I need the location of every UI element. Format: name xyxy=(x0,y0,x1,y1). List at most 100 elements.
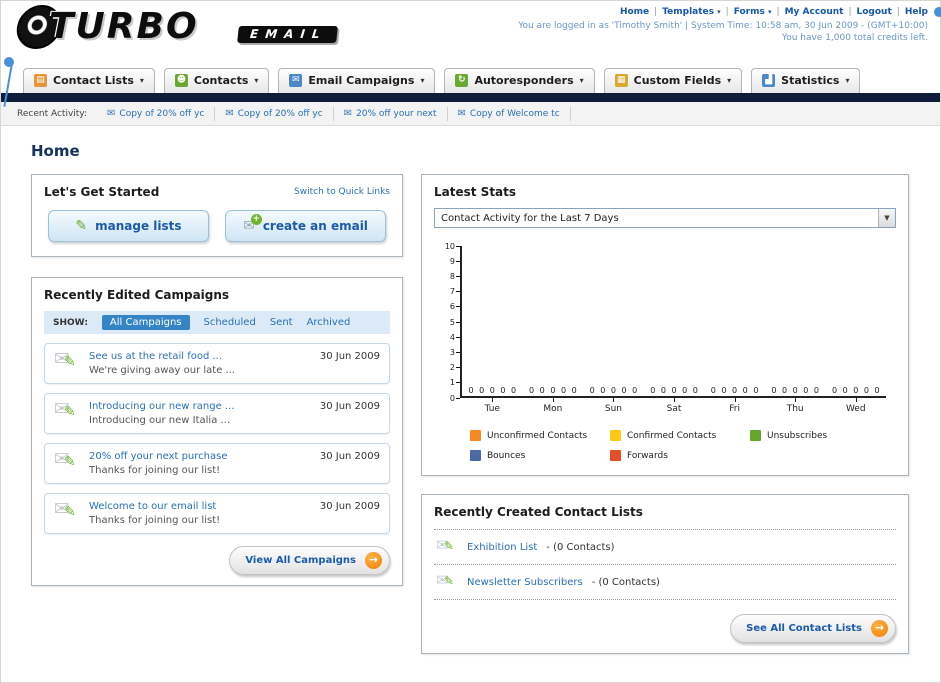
recent-activity-bar: Recent Activity: ✉ Copy of 20% off yc ✉ … xyxy=(1,102,940,126)
campaign-text: 20% off your next purchase Thanks for jo… xyxy=(89,451,311,476)
campaign-title-link[interactable]: Introducing our new range ... xyxy=(89,401,311,412)
legend-swatch xyxy=(470,430,481,441)
legend-label: Confirmed Contacts xyxy=(627,430,717,441)
nav-tab-statistics[interactable]: ▟ Statistics ▾ xyxy=(751,68,861,93)
campaign-title-link[interactable]: Welcome to our email list xyxy=(89,501,311,512)
separator: | xyxy=(725,7,729,17)
y-tick-label: 4 xyxy=(450,333,460,342)
contact-list-link[interactable]: Newsletter Subscribers xyxy=(467,577,583,588)
bar-group-values: 0 0 0 0 0 xyxy=(468,386,517,395)
activity-link[interactable]: Copy of 20% off yc xyxy=(238,109,323,119)
latest-stats-title: Latest Stats xyxy=(434,185,517,199)
page-title: Home xyxy=(31,142,80,160)
top-link-logout[interactable]: Logout xyxy=(857,7,892,17)
logo-email-text: EMAIL xyxy=(236,25,338,43)
list-edit-icon: ✉ ✎ xyxy=(436,536,458,556)
recent-activity-label: Recent Activity: xyxy=(17,108,88,119)
bar-group-values: 0 0 0 0 0 xyxy=(529,386,577,395)
legend-item: Unconfirmed Contacts xyxy=(470,430,610,441)
view-all-campaigns-button[interactable]: View All Campaigns → xyxy=(229,546,390,575)
switch-to-quick-links[interactable]: Switch to Quick Links xyxy=(294,187,390,197)
recent-campaigns-title: Recently Edited Campaigns xyxy=(44,288,230,302)
campaign-subtitle: Introducing our new Italia ... xyxy=(89,415,231,426)
top-link-help[interactable]: Help xyxy=(905,7,928,17)
campaign-filter-tabs: SHOW: All Campaigns Scheduled Sent Archi… xyxy=(44,311,390,334)
separator: | xyxy=(654,7,658,17)
turbo-email-logo[interactable]: TURBO EMAIL xyxy=(13,5,338,49)
activity-link[interactable]: 20% off your next xyxy=(356,109,436,119)
nav-tab-email-campaigns[interactable]: ✉ Email Campaigns ▾ xyxy=(278,68,436,93)
latest-stats-panel: Latest Stats Contact Activity for the La… xyxy=(421,174,909,476)
nav-tab-label: Contact Lists xyxy=(53,74,134,87)
email-campaigns-icon: ✉ xyxy=(289,74,303,87)
legend-item: Confirmed Contacts xyxy=(610,430,750,441)
nav-tab-custom-fields[interactable]: ▦ Custom Fields ▾ xyxy=(603,68,743,93)
y-tick-label: 2 xyxy=(450,363,460,372)
activity-item: ✉ Copy of 20% off yc xyxy=(215,106,334,121)
campaign-row: ✉ ✎ 20% off your next purchase Thanks fo… xyxy=(44,443,390,484)
campaign-title-link[interactable]: 20% off your next purchase xyxy=(89,451,311,462)
chevron-down-icon: ▾ xyxy=(727,76,732,85)
bar-group-values: 0 0 0 0 0 xyxy=(589,386,638,395)
top-link-my-account[interactable]: My Account xyxy=(785,7,844,17)
nav-tab-label: Statistics xyxy=(781,74,840,87)
contact-list-link[interactable]: Exhibition List xyxy=(467,542,537,553)
legend-swatch xyxy=(610,430,621,441)
create-email-button[interactable]: ✉ + create an email xyxy=(225,210,386,242)
y-tick-label: 8 xyxy=(450,272,460,281)
statistics-icon: ▟ xyxy=(762,74,776,87)
legend-item: Unsubscribes xyxy=(750,430,890,441)
create-email-label: create an email xyxy=(262,219,368,233)
campaign-date: 30 Jun 2009 xyxy=(319,351,380,362)
nav-tab-label: Custom Fields xyxy=(633,74,722,87)
top-link-home[interactable]: Home xyxy=(620,7,649,17)
campaign-title-link[interactable]: See us at the retail food ... xyxy=(89,351,311,362)
manage-lists-button[interactable]: ✎ manage lists xyxy=(48,210,209,242)
nav-tab-autoresponders[interactable]: ↻ Autoresponders ▾ xyxy=(444,68,595,93)
envelope-icon: ✉ xyxy=(225,108,234,119)
chart-y-axis: 0 1 2 3 4 5 6 7 8 9 10 xyxy=(434,242,460,403)
top-link-forms[interactable]: Forms ▾ xyxy=(734,7,772,17)
contact-lists-icon: ▤ xyxy=(34,74,47,87)
contact-activity-chart: 0 1 2 3 4 5 6 7 8 9 10 0 0 0 0 00 0 0 0 00 0 0 0 0… xyxy=(434,242,896,461)
contact-list-row: ✉ ✎ Newsletter Subscribers - (0 Contacts… xyxy=(434,565,896,600)
recent-contact-lists-panel: Recently Created Contact Lists ✉ ✎ Exhib… xyxy=(421,494,909,654)
nav-tab-contact-lists[interactable]: ▤ Contact Lists ▾ xyxy=(23,68,155,93)
top-link-label: Forms xyxy=(733,7,765,17)
bar-group-values: 0 0 0 0 0 xyxy=(831,386,880,395)
dropdown-arrow-icon: ▼ xyxy=(878,209,895,227)
tab-archived[interactable]: Archived xyxy=(307,317,351,328)
nav-tab-label: Contacts xyxy=(193,74,249,87)
activity-link[interactable]: Copy of Welcome tc xyxy=(470,109,560,119)
activity-link[interactable]: Copy of 20% off yc xyxy=(119,109,204,119)
top-link-templates[interactable]: Templates ▾ xyxy=(662,7,720,17)
tab-sent[interactable]: Sent xyxy=(270,317,293,328)
legend-item: Forwards xyxy=(610,450,750,461)
activity-item: ✉ 20% off your next xyxy=(334,106,448,121)
stats-filter-dropdown[interactable]: Contact Activity for the Last 7 Days ▼ xyxy=(434,208,896,228)
y-tick-label: 3 xyxy=(450,348,460,357)
chevron-down-icon: ▾ xyxy=(768,8,772,16)
header-right: Home | Templates ▾ | Forms ▾ | My Accoun… xyxy=(518,7,928,43)
nav-tab-contacts[interactable]: ☻ Contacts ▾ xyxy=(163,68,270,93)
see-all-contact-lists-button[interactable]: See All Contact Lists → xyxy=(730,614,896,643)
legend-item: Bounces xyxy=(470,450,610,461)
credits-info: You have 1,000 total credits left. xyxy=(781,33,928,43)
tab-scheduled[interactable]: Scheduled xyxy=(204,317,256,328)
view-all-campaigns-label: View All Campaigns xyxy=(245,555,356,566)
campaign-row: ✉ ✎ See us at the retail food ... We're … xyxy=(44,343,390,384)
envelope-plus-icon: ✉ + xyxy=(243,214,262,234)
pencil-icon: ✎ xyxy=(444,574,455,588)
chevron-down-icon: ▾ xyxy=(717,8,721,16)
pencil-icon: ✎ xyxy=(444,539,455,553)
activity-item: ✉ Copy of Welcome tc xyxy=(448,106,571,121)
tab-all-campaigns[interactable]: All Campaigns xyxy=(101,315,190,330)
chevron-down-icon: ▾ xyxy=(420,76,425,85)
chart-legend: Unconfirmed Contacts Confirmed Contacts Un… xyxy=(470,430,896,461)
bar-group-values: 0 0 0 0 0 xyxy=(710,386,759,395)
autoresponders-icon: ↻ xyxy=(455,74,469,87)
campaign-date: 30 Jun 2009 xyxy=(319,401,380,412)
envelope-icon: ✉ xyxy=(107,108,116,119)
pencil-icon: ✎ xyxy=(64,504,76,520)
contacts-icon: ☻ xyxy=(174,74,188,87)
